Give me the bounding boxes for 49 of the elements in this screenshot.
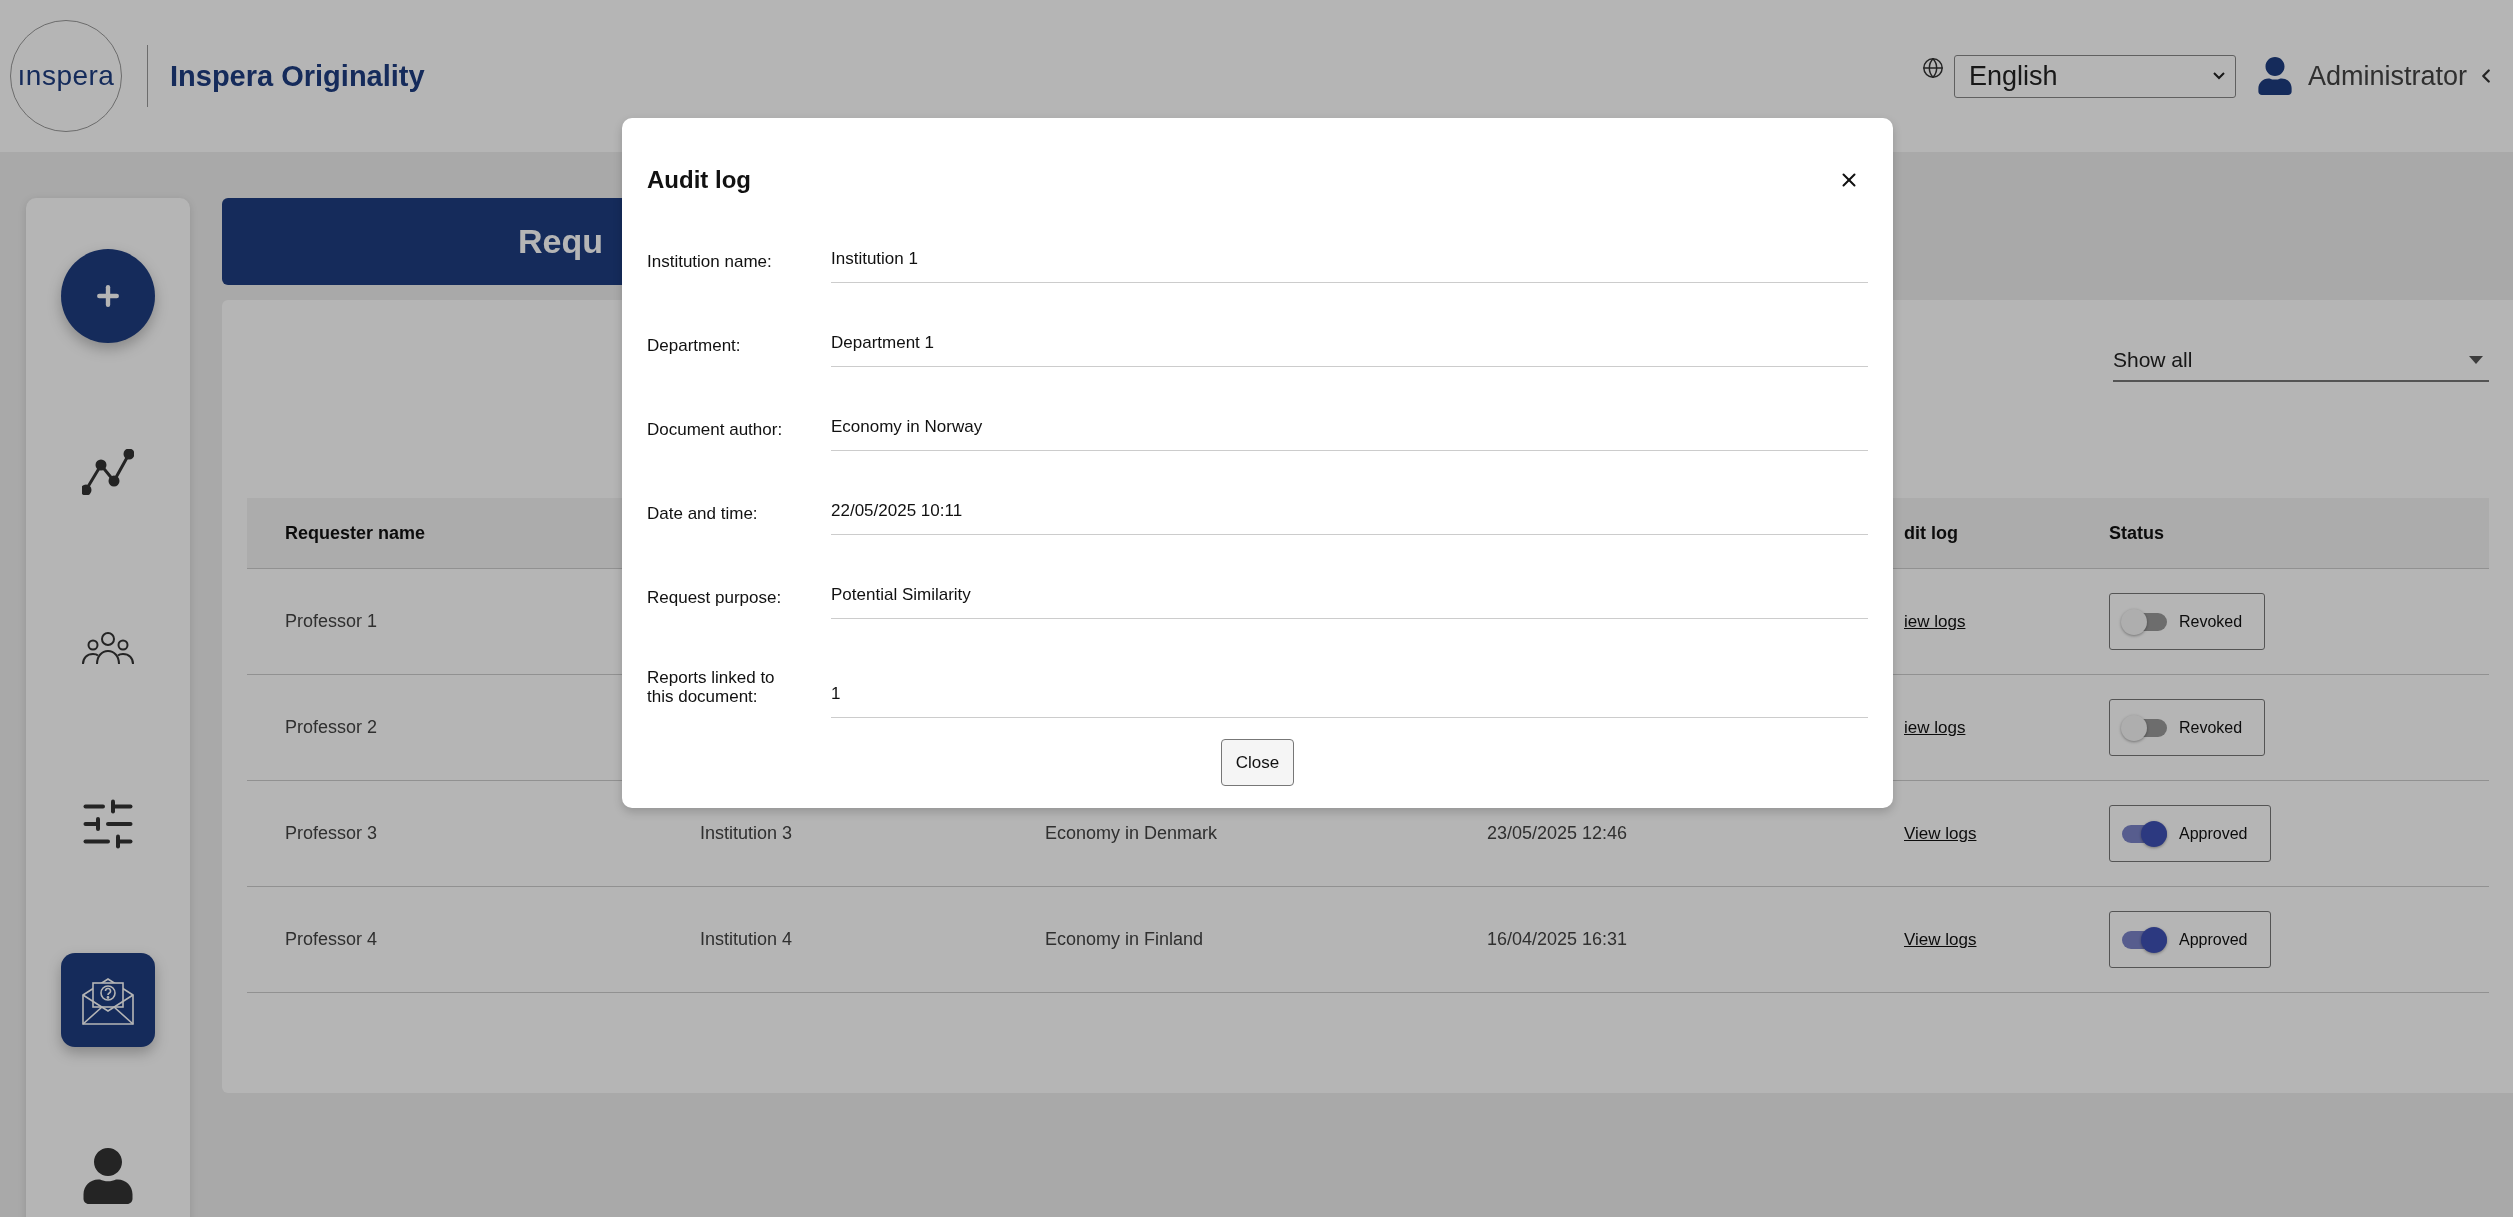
view-logs-link[interactable]: View logs bbox=[1904, 824, 1977, 843]
table-cell-text: Institution 3 bbox=[699, 823, 794, 844]
filter-select[interactable]: Show all bbox=[2113, 340, 2489, 382]
status-toggle[interactable]: Approved bbox=[2109, 911, 2271, 968]
field-label: Reports linked to this document: bbox=[647, 668, 776, 708]
field-label: Date and time: bbox=[647, 504, 759, 525]
dialog-title: Audit log bbox=[647, 166, 751, 194]
status-toggle[interactable]: Revoked bbox=[2109, 699, 2266, 756]
field-label: Institution name: bbox=[647, 252, 773, 273]
globe-icon bbox=[1921, 56, 1944, 79]
column-header: Requester name bbox=[284, 522, 427, 544]
mail-question-icon bbox=[82, 975, 134, 1025]
field-label: Document author: bbox=[647, 420, 784, 441]
table-cell-text: 23/05/2025 12:46 bbox=[1486, 823, 1629, 844]
page-title: Requ bbox=[518, 222, 603, 261]
view-logs-link[interactable]: iew logs bbox=[1904, 612, 1966, 631]
field-label: Request purpose: bbox=[647, 588, 783, 609]
field-label: Department: bbox=[647, 336, 742, 357]
field-value: 1 bbox=[831, 683, 1868, 718]
status-toggle[interactable]: Revoked bbox=[2109, 593, 2266, 650]
table-cell-text: Professor 1 bbox=[284, 611, 379, 632]
field-value: Institution 1 bbox=[831, 248, 1868, 283]
table-cell-text: Institution 4 bbox=[699, 929, 794, 950]
column-header: Status bbox=[2108, 522, 2165, 544]
status-toggle[interactable]: Approved bbox=[2109, 805, 2271, 862]
users-icon bbox=[82, 631, 134, 665]
user-icon bbox=[2255, 57, 2294, 95]
table-cell-text: Economy in Denmark bbox=[1044, 823, 1219, 844]
table-cell-text: Professor 2 bbox=[284, 717, 379, 738]
close-button[interactable]: Close bbox=[1221, 739, 1294, 786]
user-name[interactable]: Administrator bbox=[2307, 60, 2467, 92]
line-chart-icon bbox=[82, 449, 134, 495]
field-value: Potential Similarity bbox=[831, 584, 1868, 619]
chevron-down-icon bbox=[2212, 72, 2225, 80]
table-cell-text: Economy in Finland bbox=[1044, 929, 1205, 950]
field-value: 22/05/2025 10:11 bbox=[831, 500, 1868, 535]
language-select[interactable]: English bbox=[1953, 54, 2236, 98]
table-cell-text: 16/04/2025 16:31 bbox=[1486, 929, 1629, 950]
view-logs-link[interactable]: iew logs bbox=[1904, 718, 1966, 737]
view-logs-link[interactable]: View logs bbox=[1904, 930, 1977, 949]
table-cell-text: Professor 4 bbox=[284, 929, 379, 950]
column-header: dit log bbox=[1903, 522, 1959, 544]
add-button[interactable] bbox=[61, 249, 155, 343]
field-value: Department 1 bbox=[831, 332, 1868, 367]
caret-icon bbox=[2469, 356, 2483, 364]
product-name: Inspera Originality bbox=[170, 59, 425, 93]
field-value: Economy in Norway bbox=[831, 416, 1868, 451]
table-cell-text: Professor 3 bbox=[284, 823, 379, 844]
requests-nav-item[interactable] bbox=[61, 953, 155, 1047]
